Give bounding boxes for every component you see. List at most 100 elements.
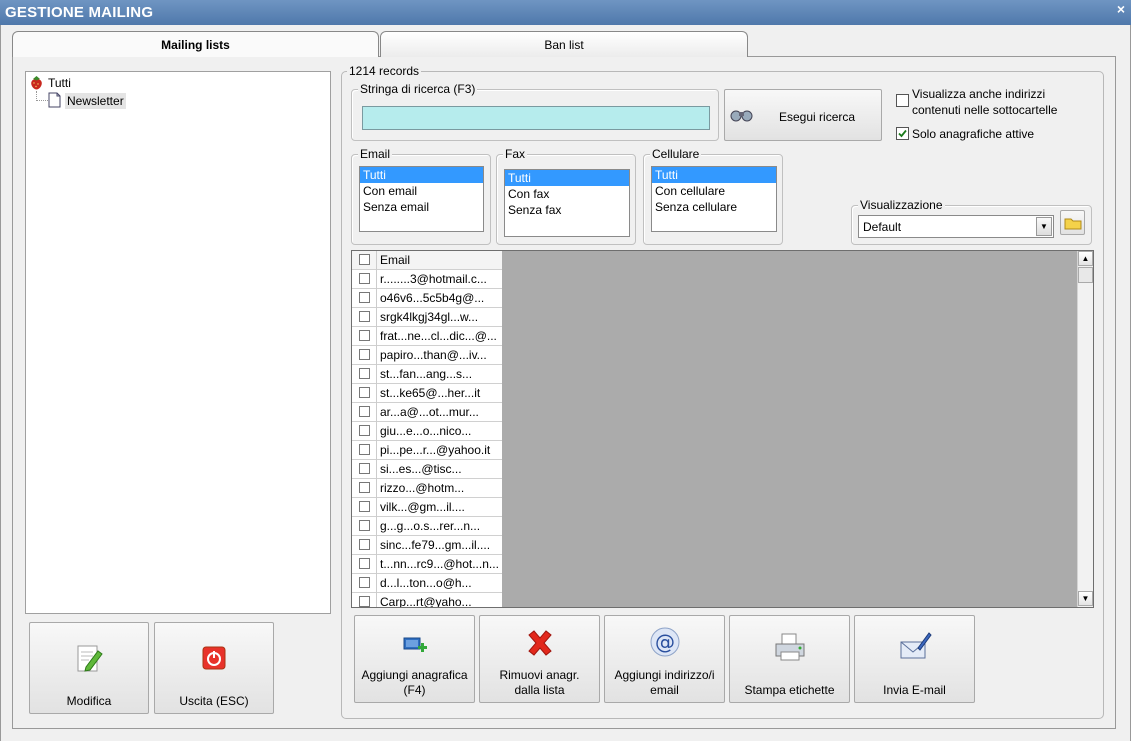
mobile-filter-list[interactable]: Tutti Con cellulare Senza cellulare (651, 166, 777, 232)
email-cell[interactable]: Carp...rt@yaho... (380, 593, 501, 607)
email-cell[interactable]: frat...ne...cl...dic...@... (380, 327, 501, 346)
email-cell[interactable]: papiro...than@...iv... (380, 346, 501, 365)
table-row[interactable]: sinc...fe79...gm...il.... (352, 536, 502, 555)
table-row[interactable]: si...es...@tisc... (352, 460, 502, 479)
view-select[interactable]: Default ▼ (858, 215, 1054, 238)
table-row[interactable]: g...g...o.s...rer...n... (352, 517, 502, 536)
email-grid[interactable]: Email r........3@hotmail.c... o46v6...5c5… (351, 250, 1094, 608)
email-cell[interactable]: ar...a@...ot...mur... (380, 403, 501, 422)
row-checkbox[interactable] (359, 539, 370, 550)
list-item[interactable]: Senza cellulare (652, 199, 776, 215)
list-item[interactable]: Con cellulare (652, 183, 776, 199)
subfolders-checkbox[interactable] (896, 94, 909, 107)
email-cell[interactable]: d...l...ton...o@h... (380, 574, 501, 593)
printer-icon (775, 633, 804, 661)
strawberry-icon (31, 76, 42, 90)
email-cell[interactable]: r........3@hotmail.c... (380, 270, 501, 289)
tree-item-newsletter[interactable]: Newsletter (65, 93, 126, 109)
table-row[interactable]: r........3@hotmail.c... (352, 270, 502, 289)
folder-button[interactable] (1060, 210, 1085, 235)
email-cell[interactable]: srgk4lkgj34gl...w... (380, 308, 501, 327)
email-cell[interactable]: si...es...@tisc... (380, 460, 501, 479)
add-email-button[interactable]: @ Aggiungi indirizzo/i email (604, 615, 725, 703)
mailing-list-tree[interactable]: Tutti Newsletter (25, 71, 331, 614)
table-row[interactable]: rizzo...@hotm... (352, 479, 502, 498)
table-row[interactable]: vilk...@gm...il.... (352, 498, 502, 517)
row-checkbox[interactable] (359, 444, 370, 455)
email-filter-list[interactable]: Tutti Con email Senza email (359, 166, 484, 232)
row-checkbox[interactable] (359, 463, 370, 474)
email-cell[interactable]: g...g...o.s...rer...n... (380, 517, 501, 536)
send-email-button[interactable]: Invia E-mail (854, 615, 975, 703)
table-row[interactable]: d...l...ton...o@h... (352, 574, 502, 593)
list-item[interactable]: Tutti (505, 170, 629, 186)
fax-filter-list[interactable]: Tutti Con fax Senza fax (504, 169, 630, 237)
email-cell[interactable]: rizzo...@hotm... (380, 479, 501, 498)
table-row[interactable]: t...nn...rc9...@hot...n... (352, 555, 502, 574)
row-checkbox[interactable] (359, 349, 370, 360)
list-item[interactable]: Con fax (505, 186, 629, 202)
row-checkbox[interactable] (359, 482, 370, 493)
column-divider (376, 555, 377, 574)
tree-root-label[interactable]: Tutti (48, 75, 71, 91)
print-labels-button[interactable]: Stampa etichette (729, 615, 850, 703)
remove-contact-button[interactable]: Rimuovi anagr. dalla lista (479, 615, 600, 703)
email-cell[interactable]: pi...pe...r...@yahoo.it (380, 441, 501, 460)
row-checkbox[interactable] (359, 425, 370, 436)
row-checkbox[interactable] (359, 558, 370, 569)
row-checkbox[interactable] (359, 368, 370, 379)
email-cell[interactable]: giu...e...o...nico... (380, 422, 501, 441)
scroll-thumb[interactable] (1078, 267, 1093, 283)
table-row[interactable]: Carp...rt@yaho... (352, 593, 502, 607)
table-row[interactable]: srgk4lkgj34gl...w... (352, 308, 502, 327)
list-item[interactable]: Tutti (652, 167, 776, 183)
list-item[interactable]: Tutti (360, 167, 483, 183)
row-checkbox[interactable] (359, 501, 370, 512)
exit-button-label: Uscita (ESC) (179, 694, 249, 708)
search-input[interactable] (362, 106, 710, 130)
table-row[interactable]: pi...pe...r...@yahoo.it (352, 441, 502, 460)
email-cell[interactable]: o46v6...5c5b4g@... (380, 289, 501, 308)
email-cell[interactable]: st...ke65@...her...it (380, 384, 501, 403)
vertical-scrollbar[interactable]: ▲ ▼ (1077, 251, 1093, 607)
table-row[interactable]: papiro...than@...iv... (352, 346, 502, 365)
scroll-up-icon[interactable]: ▲ (1078, 251, 1093, 266)
list-item[interactable]: Senza fax (505, 202, 629, 218)
active-only-checkbox[interactable] (896, 127, 909, 140)
scroll-down-icon[interactable]: ▼ (1078, 591, 1093, 606)
exit-button[interactable]: Uscita (ESC) (154, 622, 274, 714)
window-title: GESTIONE MAILING (5, 4, 154, 21)
table-row[interactable]: st...ke65@...her...it (352, 384, 502, 403)
grid-header-email[interactable]: Email (380, 251, 501, 270)
select-all-checkbox[interactable] (359, 254, 370, 265)
table-row[interactable]: st...fan...ang...s... (352, 365, 502, 384)
table-row[interactable]: ar...a@...ot...mur... (352, 403, 502, 422)
email-cell[interactable]: sinc...fe79...gm...il.... (380, 536, 501, 555)
add-contact-button[interactable]: Aggiungi anagrafica (F4) (354, 615, 475, 703)
row-checkbox[interactable] (359, 387, 370, 398)
tab-ban-list[interactable]: Ban list (380, 31, 748, 57)
list-item[interactable]: Senza email (360, 199, 483, 215)
chevron-down-icon[interactable]: ▼ (1036, 217, 1052, 236)
row-checkbox[interactable] (359, 577, 370, 588)
table-row[interactable]: giu...e...o...nico... (352, 422, 502, 441)
modify-button[interactable]: Modifica (29, 622, 149, 714)
row-checkbox[interactable] (359, 406, 370, 417)
table-row[interactable]: frat...ne...cl...dic...@... (352, 327, 502, 346)
close-icon[interactable]: × (1117, 1, 1125, 17)
row-checkbox[interactable] (359, 292, 370, 303)
row-checkbox[interactable] (359, 520, 370, 531)
mobile-filter-legend: Cellulare (650, 147, 702, 161)
execute-search-button[interactable]: Esegui ricerca (724, 89, 882, 141)
row-checkbox[interactable] (359, 311, 370, 322)
checkmark-icon (898, 129, 907, 138)
table-row[interactable]: o46v6...5c5b4g@... (352, 289, 502, 308)
tab-mailing-lists[interactable]: Mailing lists (12, 31, 379, 57)
email-cell[interactable]: vilk...@gm...il.... (380, 498, 501, 517)
email-cell[interactable]: st...fan...ang...s... (380, 365, 501, 384)
list-item[interactable]: Con email (360, 183, 483, 199)
row-checkbox[interactable] (359, 273, 370, 284)
email-cell[interactable]: t...nn...rc9...@hot...n... (380, 555, 501, 574)
row-checkbox[interactable] (359, 330, 370, 341)
row-checkbox[interactable] (359, 596, 370, 607)
